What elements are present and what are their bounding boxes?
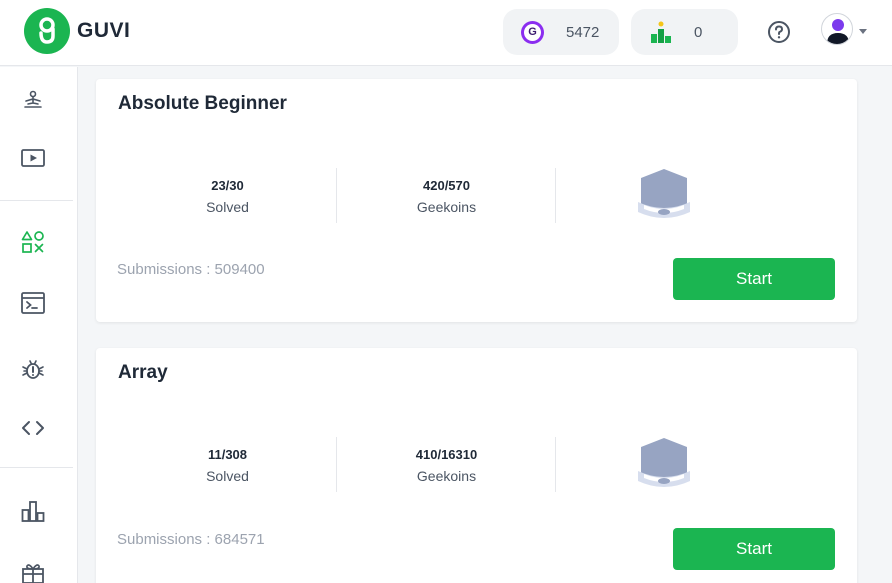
sidebar-item-leaderboard[interactable] bbox=[0, 491, 66, 531]
rank-value: 0 bbox=[694, 23, 703, 41]
person-meditate-icon bbox=[24, 90, 42, 108]
track-card: Array 11/308 Solved 410/16310 Geekoins S… bbox=[96, 348, 857, 583]
chevron-down-icon[interactable] bbox=[859, 29, 867, 34]
shield-badge-icon bbox=[634, 435, 694, 495]
card-title: Absolute Beginner bbox=[118, 93, 287, 114]
start-button[interactable]: Start bbox=[673, 258, 835, 300]
sidebar-item-practice[interactable] bbox=[0, 222, 66, 262]
sidebar-item-videos[interactable] bbox=[0, 138, 66, 178]
code-brackets-icon bbox=[22, 421, 44, 435]
sidebar bbox=[0, 67, 78, 583]
submissions-count: Submissions : 684571 bbox=[117, 531, 265, 548]
sidebar-item-rewards[interactable] bbox=[0, 553, 66, 583]
card-title: Array bbox=[118, 362, 168, 383]
geekoins-stat-label: Geekoins bbox=[416, 468, 477, 484]
submissions-count: Submissions : 509400 bbox=[117, 261, 265, 278]
top-header: GUVI G 5472 0 bbox=[0, 0, 892, 66]
sidebar-item-debug[interactable] bbox=[0, 349, 66, 389]
sidebar-divider bbox=[0, 467, 73, 468]
leaderboard-icon bbox=[21, 501, 45, 522]
terminal-icon bbox=[21, 292, 45, 314]
solved-value: 11/308 bbox=[207, 447, 248, 462]
gift-icon bbox=[22, 564, 44, 583]
geekoins-stat-value: 410/16310 bbox=[415, 447, 478, 462]
solved-stat: 11/308 Solved bbox=[118, 447, 337, 484]
solved-label: Solved bbox=[206, 468, 249, 484]
bug-icon bbox=[22, 360, 44, 379]
sidebar-item-code[interactable] bbox=[0, 408, 66, 448]
help-icon[interactable] bbox=[767, 20, 791, 44]
stat-divider bbox=[555, 168, 556, 223]
sidebar-item-meditate[interactable] bbox=[0, 81, 66, 121]
geekoins-value: 5472 bbox=[566, 23, 600, 41]
guvi-logo[interactable]: GUVI bbox=[24, 8, 130, 54]
geekoins-counter[interactable]: G 5472 bbox=[503, 9, 619, 55]
sidebar-item-ide[interactable] bbox=[0, 283, 66, 323]
solved-stat: 23/30 Solved bbox=[118, 178, 337, 215]
shield-badge-icon bbox=[634, 166, 694, 226]
track-card: Absolute Beginner 23/30 Solved 420/570 G… bbox=[96, 79, 857, 322]
stat-divider bbox=[555, 437, 556, 492]
guvi-logo-icon bbox=[24, 8, 70, 54]
user-avatar[interactable] bbox=[821, 13, 853, 45]
solved-label: Solved bbox=[206, 199, 249, 215]
shapes-icon bbox=[21, 231, 44, 253]
solved-value: 23/30 bbox=[211, 178, 244, 193]
geekoins-stat: 410/16310 Geekoins bbox=[337, 447, 556, 484]
geekoin-icon: G bbox=[521, 20, 544, 44]
brand-name: GUVI bbox=[77, 19, 131, 42]
geekoins-stat: 420/570 Geekoins bbox=[337, 178, 556, 215]
sidebar-divider bbox=[0, 200, 73, 201]
geekoins-stat-value: 420/570 bbox=[423, 178, 470, 193]
video-play-icon bbox=[21, 149, 45, 167]
rank-counter[interactable]: 0 bbox=[631, 9, 738, 55]
podium-icon bbox=[651, 21, 671, 43]
geekoins-stat-label: Geekoins bbox=[416, 199, 477, 215]
geekoin-letter: G bbox=[524, 23, 541, 41]
start-button[interactable]: Start bbox=[673, 528, 835, 570]
